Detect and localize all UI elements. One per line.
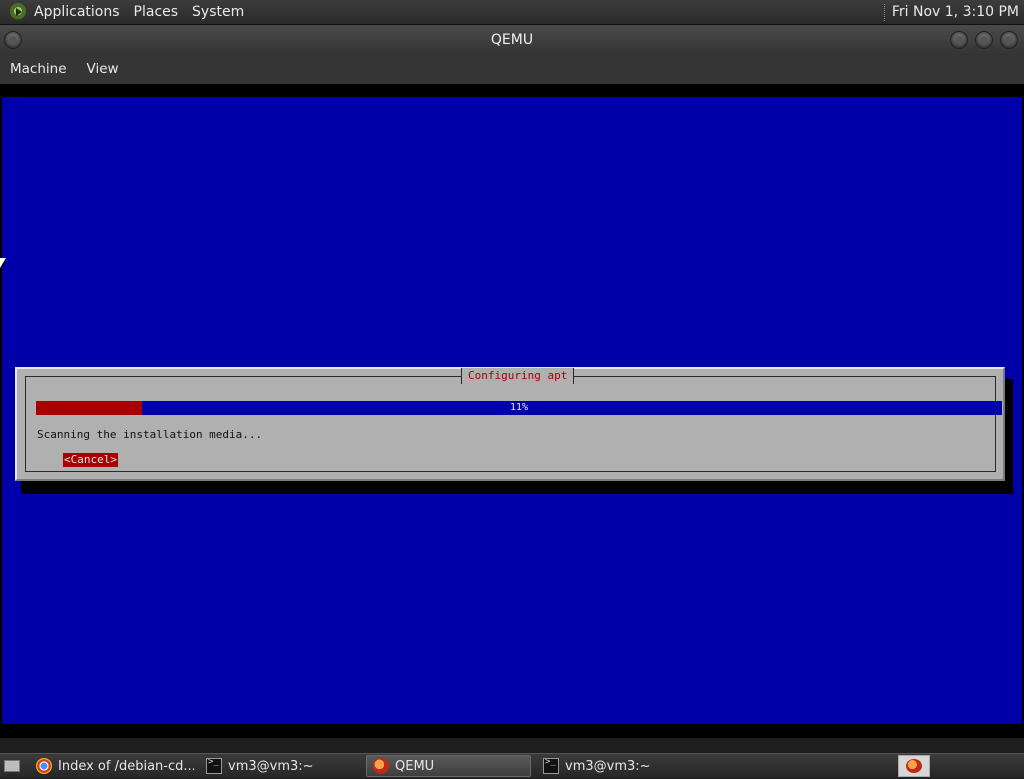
progress-label: 11% — [509, 402, 529, 413]
close-button[interactable] — [1000, 31, 1018, 49]
qemu-menu-bar: Machine View — [0, 55, 1024, 84]
dialog-title: Configuring apt — [461, 368, 575, 384]
qemu-icon — [373, 758, 389, 774]
minimize-button[interactable] — [950, 31, 968, 49]
top-panel: Applications Places System Fri Nov 1, 3:… — [0, 0, 1024, 25]
task-label: vm3@vm3:~ — [565, 758, 651, 774]
clock[interactable]: Fri Nov 1, 3:10 PM — [892, 4, 1024, 20]
cancel-button[interactable]: <Cancel> — [63, 453, 118, 467]
vm-display-frame: Configuring apt 11% Scanning the install… — [0, 84, 1024, 738]
task-label: QEMU — [395, 758, 435, 774]
status-text: Scanning the installation media... — [37, 428, 263, 441]
view-menu[interactable]: View — [77, 55, 129, 84]
task-terminal-2[interactable]: vm3@vm3:~ — [537, 755, 697, 777]
chrome-icon — [36, 758, 52, 774]
window-title: QEMU — [490, 32, 534, 48]
show-desktop-button[interactable] — [0, 754, 24, 779]
machine-menu[interactable]: Machine — [0, 55, 77, 84]
mouse-pointer-icon — [0, 258, 6, 268]
dialog-frame: Configuring apt 11% Scanning the install… — [25, 368, 1002, 472]
progress-bar: 11% — [36, 401, 1002, 415]
bottom-taskbar: Index of /debian-cd... vm3@vm3:~ QEMU vm… — [0, 753, 1024, 778]
qemu-icon — [906, 759, 922, 773]
applications-icon[interactable] — [9, 3, 27, 21]
workspace-switcher[interactable] — [898, 755, 930, 777]
places-menu[interactable]: Places — [127, 0, 186, 25]
terminal-icon — [206, 757, 222, 774]
task-label: vm3@vm3:~ — [228, 758, 314, 774]
applications-menu[interactable]: Applications — [27, 0, 127, 25]
window-menu-button[interactable] — [4, 31, 22, 49]
configuring-apt-dialog: Configuring apt 11% Scanning the install… — [15, 367, 1005, 481]
system-menu[interactable]: System — [185, 0, 251, 25]
task-label: Index of /debian-cd... — [58, 758, 194, 774]
desktop-icon — [4, 760, 20, 772]
task-chrome[interactable]: Index of /debian-cd... — [30, 755, 194, 777]
panel-separator — [883, 3, 886, 21]
terminal-icon — [543, 757, 559, 774]
vm-screen[interactable]: Configuring apt 11% Scanning the install… — [2, 97, 1022, 724]
task-terminal-1[interactable]: vm3@vm3:~ — [200, 755, 360, 777]
task-qemu[interactable]: QEMU — [366, 755, 531, 777]
maximize-button[interactable] — [975, 31, 993, 49]
window-title-bar[interactable]: QEMU — [0, 25, 1024, 55]
